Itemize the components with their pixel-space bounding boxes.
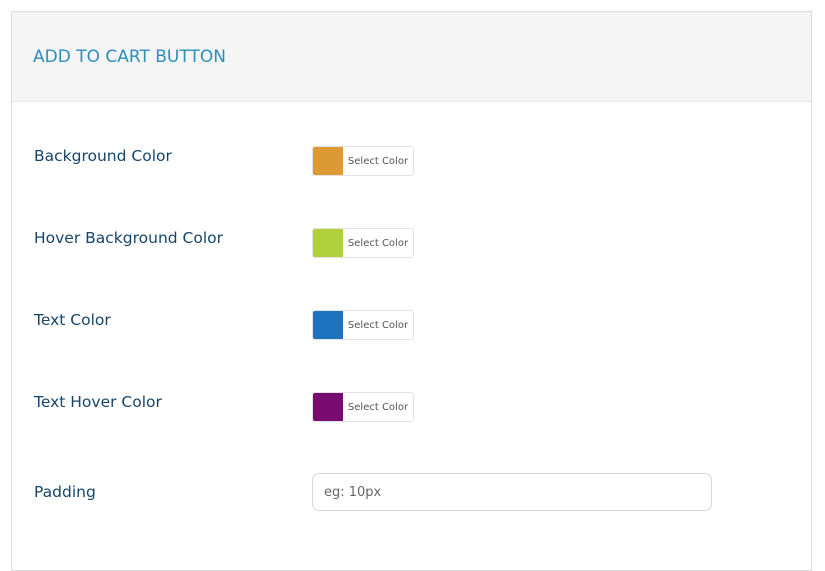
select-color-button[interactable]: Select Color: [343, 311, 413, 339]
select-color-button[interactable]: Select Color: [343, 229, 413, 257]
section-title: ADD TO CART BUTTON: [33, 47, 226, 67]
color-swatch: [313, 393, 343, 421]
select-color-button[interactable]: Select Color: [343, 147, 413, 175]
add-to-cart-settings-panel: ADD TO CART BUTTON Background Color Sele…: [11, 11, 812, 571]
color-swatch: [313, 147, 343, 175]
text-color-picker[interactable]: Select Color: [312, 310, 414, 340]
background-color-label: Background Color: [34, 147, 172, 165]
panel-header: ADD TO CART BUTTON: [12, 12, 811, 102]
hover-background-color-picker[interactable]: Select Color: [312, 228, 414, 258]
text-hover-color-label: Text Hover Color: [34, 393, 162, 411]
color-swatch: [313, 311, 343, 339]
padding-input[interactable]: [312, 473, 712, 511]
background-color-picker[interactable]: Select Color: [312, 146, 414, 176]
padding-label: Padding: [34, 483, 96, 501]
select-color-button[interactable]: Select Color: [343, 393, 413, 421]
color-swatch: [313, 229, 343, 257]
text-hover-color-picker[interactable]: Select Color: [312, 392, 414, 422]
hover-background-color-label: Hover Background Color: [34, 229, 224, 247]
text-color-label: Text Color: [34, 311, 111, 329]
